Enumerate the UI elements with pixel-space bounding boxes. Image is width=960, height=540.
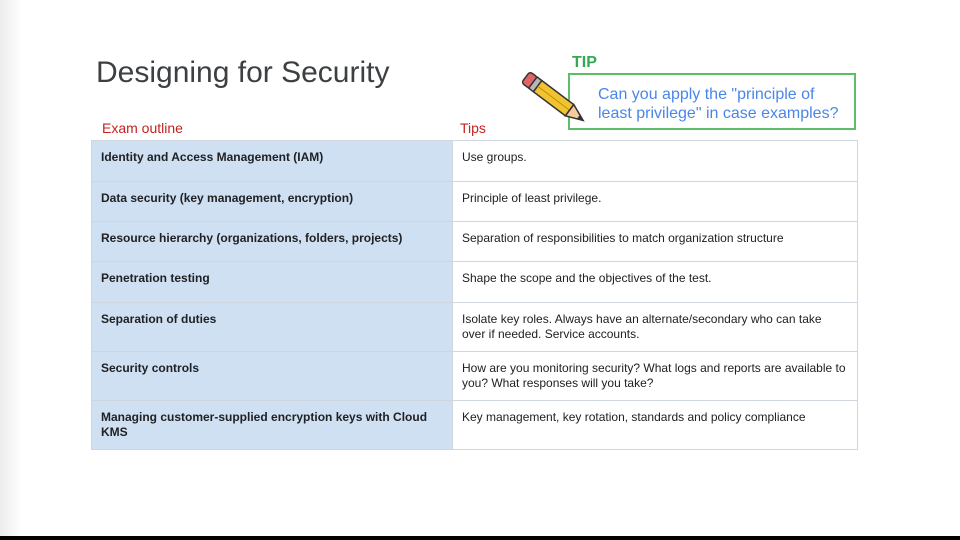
table-row: Security controls How are you monitoring…	[91, 351, 858, 401]
slide-bottom-border	[0, 536, 960, 540]
table-row: Data security (key management, encryptio…	[91, 181, 858, 222]
tip-cell: Use groups.	[452, 140, 858, 182]
slide-left-shadow	[0, 0, 22, 540]
tip-box: Can you apply the "principle of least pr…	[568, 73, 856, 130]
tip-cell: Key management, key rotation, standards …	[452, 400, 858, 450]
topic-cell: Resource hierarchy (organizations, folde…	[91, 221, 453, 262]
slide-title: Designing for Security	[96, 56, 390, 89]
tip-text-line-1: Can you apply the "principle of	[598, 86, 815, 103]
column-header-exam-outline: Exam outline	[102, 120, 183, 136]
topic-cell: Managing customer-supplied encryption ke…	[91, 400, 453, 450]
pencil-icon	[521, 71, 585, 122]
topic-cell: Separation of duties	[91, 302, 453, 352]
topic-cell: Security controls	[91, 351, 453, 401]
tip-cell: Separation of responsibilities to match …	[452, 221, 858, 262]
topic-cell: Identity and Access Management (IAM)	[91, 140, 453, 182]
tip-cell: How are you monitoring security? What lo…	[452, 351, 858, 401]
topic-cell: Penetration testing	[91, 261, 453, 303]
table-row: Managing customer-supplied encryption ke…	[91, 400, 858, 450]
tip-cell: Shape the scope and the objectives of th…	[452, 261, 858, 303]
tip-text-line-2: least privilege" in case examples?	[598, 105, 839, 122]
table-row: Identity and Access Management (IAM) Use…	[91, 140, 858, 182]
table-row: Penetration testing Shape the scope and …	[91, 261, 858, 303]
table-row: Separation of duties Isolate key roles. …	[91, 302, 858, 352]
column-header-tips: Tips	[460, 120, 486, 136]
tip-cell: Principle of least privilege.	[452, 181, 858, 222]
tip-cell: Isolate key roles. Always have an altern…	[452, 302, 858, 352]
exam-outline-table: Identity and Access Management (IAM) Use…	[91, 140, 858, 450]
table-row: Resource hierarchy (organizations, folde…	[91, 221, 858, 262]
topic-cell: Data security (key management, encryptio…	[91, 181, 453, 222]
